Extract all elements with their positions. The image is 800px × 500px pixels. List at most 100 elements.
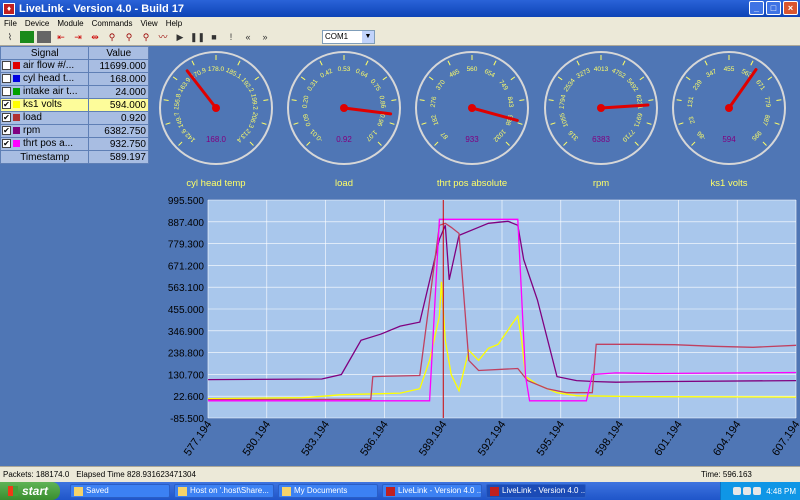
disconnect-icon[interactable] — [37, 31, 51, 43]
signal-row[interactable]: cyl head t... 168.000 — [0, 72, 149, 86]
taskbar-item-label: My Documents — [294, 486, 348, 495]
gauge: -8623131239347 455 563671779887995594ks1 v… — [672, 51, 786, 189]
stop-icon[interactable]: ■ — [207, 31, 221, 43]
menu-help[interactable]: Help — [162, 19, 186, 28]
signal-name-cell: air flow #/... — [0, 59, 90, 73]
gauge-label: thrt pos absolute — [437, 178, 507, 189]
y-tick-label: 995.500 — [168, 196, 205, 207]
signal-color-swatch — [13, 140, 20, 148]
signal-value: 932.750 — [88, 137, 149, 151]
gauge-label: rpm — [593, 178, 609, 189]
gauge: 3161055179425343273 4013 47525492623169717… — [544, 51, 658, 189]
forward-icon[interactable]: » — [258, 31, 272, 43]
status-bar: Packets: 188174.0 Elapsed Time 828.93162… — [0, 466, 800, 482]
marker-start-icon[interactable]: ⇤ — [54, 31, 68, 43]
chevron-down-icon[interactable]: ▼ — [362, 31, 374, 43]
menu-commands[interactable]: Commands — [88, 19, 137, 28]
zoom-fit-icon[interactable]: ⚲ — [139, 31, 153, 43]
gauge-hub — [340, 104, 348, 112]
marker-both-icon[interactable]: ⇹ — [88, 31, 102, 43]
y-tick-label: 563.100 — [168, 283, 205, 294]
gauge-tick-label: 455 — [724, 66, 735, 73]
signal-row[interactable]: intake air t... 24.000 — [0, 85, 149, 99]
signal-header[interactable]: Signal — [0, 46, 90, 60]
zoom-out-icon[interactable]: ⚲ — [122, 31, 136, 43]
value-header[interactable]: Value — [88, 46, 149, 60]
gauge-label: load — [335, 178, 353, 189]
signal-checkbox[interactable] — [2, 61, 11, 71]
gauge-panel: 142.6149.7156.8163.9170.9 178.0 185.1192.2… — [159, 51, 786, 189]
signal-name-cell: cyl head t... — [0, 72, 90, 86]
signal-checkbox[interactable] — [2, 87, 11, 97]
gauge-hub — [597, 104, 605, 112]
start-button[interactable]: start — [0, 482, 60, 500]
signal-name: cyl head t... — [23, 73, 75, 85]
signal-name: air flow #/... — [23, 60, 75, 72]
taskbar-item[interactable]: Host on '.host\Share... — [174, 484, 274, 498]
y-tick-label: 887.400 — [168, 218, 205, 229]
signal-value: 11699.000 — [88, 59, 149, 73]
signal-checkbox[interactable]: ✔ — [2, 113, 11, 123]
signal-row[interactable]: ✔ thrt pos a... 932.750 — [0, 137, 149, 151]
timestamp-value: 589.197 — [88, 150, 149, 164]
minimize-button[interactable]: _ — [749, 1, 764, 15]
taskbar-item[interactable]: LiveLink - Version 4.0 ... — [382, 484, 482, 498]
menu-view[interactable]: View — [137, 19, 162, 28]
tray-icon[interactable] — [743, 487, 752, 495]
signal-name: load — [23, 112, 42, 124]
signal-row[interactable]: air flow #/... 11699.000 — [0, 59, 149, 73]
gauge-value: 0.92 — [336, 135, 352, 144]
y-tick-label: 346.900 — [168, 327, 205, 338]
signal-color-swatch — [13, 101, 20, 109]
windows-flag-icon — [8, 486, 18, 496]
app-icon: ♦ — [3, 2, 15, 15]
taskbar-item[interactable]: Saved — [70, 484, 170, 498]
taskbar-item-label: LiveLink - Version 4.0 ... — [398, 486, 482, 495]
taskbar-item[interactable]: My Documents — [278, 484, 378, 498]
tray-icon[interactable] — [733, 487, 742, 495]
signal-name: intake air t... — [23, 86, 78, 98]
signal-name-cell: ✔ load — [0, 111, 90, 125]
taskbar-item[interactable]: LiveLink - Version 4.0 ... — [486, 484, 586, 498]
y-tick-label: -85.500 — [170, 414, 204, 425]
maximize-button[interactable]: □ — [766, 1, 781, 15]
wave-icon[interactable]: 〰 — [156, 31, 170, 43]
zoom-in-icon[interactable]: ⚲ — [105, 31, 119, 43]
tray-icon[interactable] — [753, 487, 762, 495]
connect-icon[interactable] — [20, 31, 34, 43]
marker-end-icon[interactable]: ⇥ — [71, 31, 85, 43]
timestamp-label: Timestamp — [0, 150, 90, 164]
menu-file[interactable]: File — [0, 19, 21, 28]
gauge-value: 6383 — [592, 135, 610, 144]
play-icon[interactable]: ▶ — [173, 31, 187, 43]
close-button[interactable]: × — [783, 1, 798, 15]
info-icon[interactable]: ! — [224, 31, 238, 43]
line-chart: 995.500 887.400 779.300 671.200 563.100 455.0… — [150, 192, 800, 466]
signal-table: Signal Value air flow #/... 11699.000 cyl … — [0, 46, 149, 164]
signal-row[interactable]: ✔ load 0.920 — [0, 111, 149, 125]
task-icon — [386, 486, 395, 496]
menu-module[interactable]: Module — [53, 19, 87, 28]
signal-value: 0.920 — [88, 111, 149, 125]
menu-device[interactable]: Device — [21, 19, 53, 28]
pause-icon[interactable]: ❚❚ — [190, 31, 205, 43]
gauge-hub — [725, 104, 733, 112]
signal-name: ks1 volts — [23, 99, 62, 111]
signal-checkbox[interactable]: ✔ — [2, 100, 11, 110]
packets-count: Packets: 188174.0 — [3, 470, 70, 479]
signal-color-swatch — [13, 114, 20, 122]
taskbar-item-label: LiveLink - Version 4.0 ... — [502, 486, 586, 495]
graph-icon[interactable]: ⌇ — [3, 31, 17, 43]
signal-checkbox[interactable] — [2, 74, 11, 84]
com-port-select[interactable]: COM1 ▼ — [322, 30, 375, 44]
rewind-icon[interactable]: « — [241, 31, 255, 43]
gauge-tick-label: 0.53 — [338, 66, 351, 73]
signal-value: 168.000 — [88, 72, 149, 86]
signal-color-swatch — [13, 62, 20, 70]
signal-row[interactable]: ✔ ks1 volts 594.000 — [0, 98, 149, 112]
signal-color-swatch — [13, 75, 20, 83]
signal-row[interactable]: ✔ rpm 6382.750 — [0, 124, 149, 138]
y-tick-label: 238.800 — [168, 349, 205, 360]
signal-checkbox[interactable]: ✔ — [2, 126, 11, 136]
signal-checkbox[interactable]: ✔ — [2, 139, 11, 149]
